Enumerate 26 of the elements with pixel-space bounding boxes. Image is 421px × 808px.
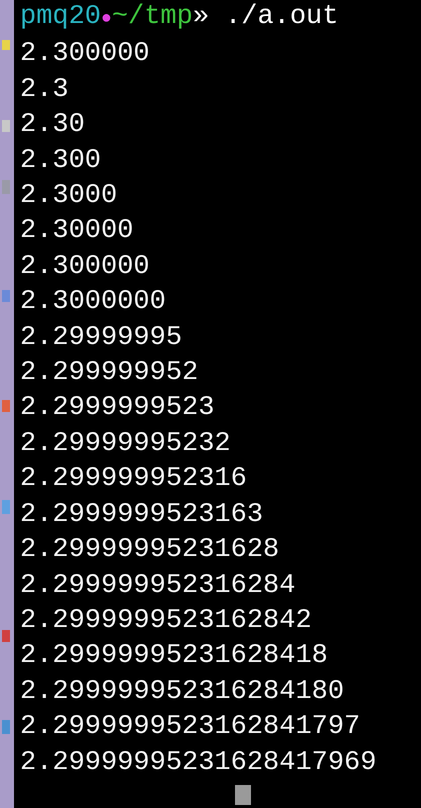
prompt-path: ~/tmp xyxy=(112,1,193,34)
output-line: 2.30000 xyxy=(20,215,134,248)
prompt-command: ./a.out xyxy=(225,1,338,34)
prompt-user: pmq20 xyxy=(20,1,102,34)
output-line: 2.299999952316 xyxy=(20,463,248,496)
prompt-separator: ● xyxy=(101,8,112,31)
output-line: 2.299999952 xyxy=(20,357,200,390)
output-line: 2.300 xyxy=(20,144,102,178)
output-line: 2.300000 xyxy=(20,38,151,72)
output-line: 2.29999995232 xyxy=(20,428,232,461)
output-line: 2.2999999523162842 xyxy=(20,604,313,638)
output-line: 2.29999995 xyxy=(20,322,184,355)
output-line: 2.2999999523162841797 xyxy=(20,711,362,744)
output-line: 2.2999999523 xyxy=(20,392,216,426)
output-line: 2.30 xyxy=(20,109,86,142)
prompt-arrow: » xyxy=(192,1,210,34)
output-line: 2.299999952316284180 xyxy=(20,676,346,709)
output-line: 2.299999952316284 xyxy=(20,570,296,602)
output-line: 2.300000 xyxy=(20,250,151,284)
output-line: 2.29999995231628417969 xyxy=(20,746,376,780)
output-line: 2.3000000 xyxy=(20,286,167,320)
output-line: 2.3000 xyxy=(20,180,118,214)
output-line: 2.29999995231628 xyxy=(20,534,280,568)
output-line: 2.29999995231628418 xyxy=(20,640,329,674)
output-line: 2.3 xyxy=(20,74,70,107)
output-line: 2.2999999523163 xyxy=(20,498,264,532)
